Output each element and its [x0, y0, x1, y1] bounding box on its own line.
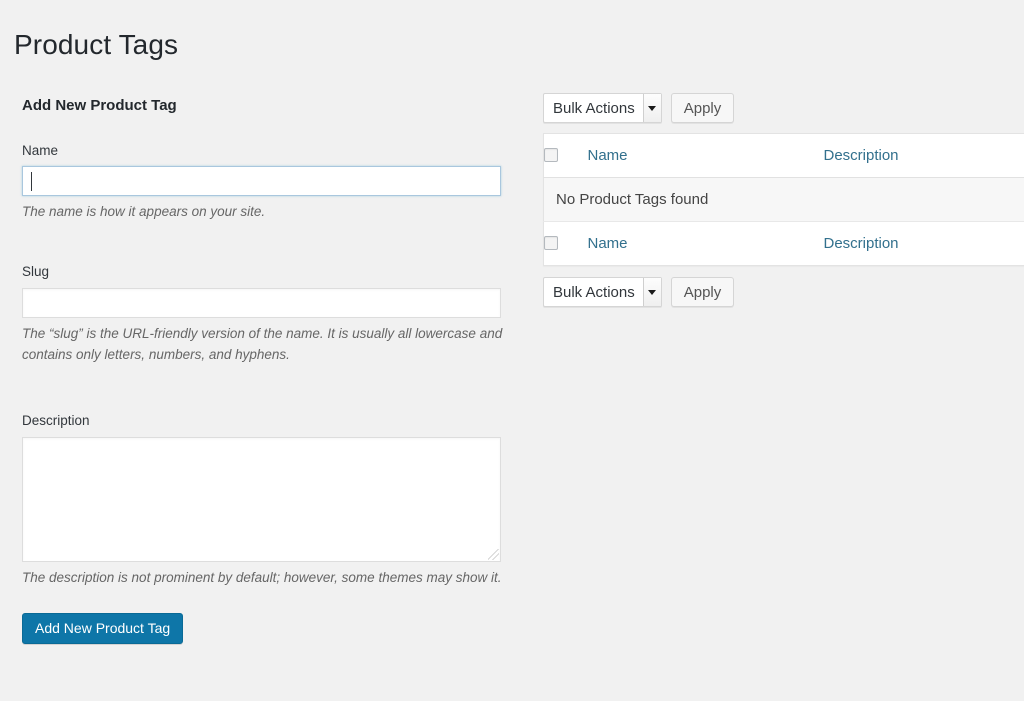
- sort-by-name-link[interactable]: Name: [588, 147, 628, 164]
- select-all-header: [543, 133, 588, 178]
- empty-state-message: No Product Tags found: [543, 177, 1024, 222]
- description-textarea-wrap: [22, 436, 501, 562]
- sort-by-name-link-footer[interactable]: Name: [588, 235, 628, 252]
- name-label: Name: [22, 142, 59, 158]
- column-footer-description: Description: [823, 221, 1024, 266]
- add-new-product-tag-form: Add New Product Tag Name The name is how…: [22, 96, 522, 644]
- field-description: Description The description is not promi…: [22, 412, 522, 589]
- slug-input[interactable]: [22, 288, 501, 319]
- bulk-actions-select-bottom[interactable]: Bulk Actions: [543, 277, 662, 307]
- page-title: Product Tags: [14, 28, 179, 60]
- slug-label: Slug: [22, 264, 50, 280]
- sort-by-description-link-footer[interactable]: Description: [824, 235, 899, 252]
- chevron-down-icon[interactable]: [642, 278, 661, 306]
- bulk-actions-selected-bottom: Bulk Actions: [553, 283, 635, 301]
- select-all-checkbox[interactable]: [544, 148, 558, 163]
- add-new-product-tag-button[interactable]: Add New Product Tag: [22, 612, 184, 644]
- column-footer-name: Name: [587, 221, 824, 266]
- name-help-text: The name is how it appears on your site.: [22, 204, 266, 220]
- table-footer-row: Name Description: [543, 221, 1024, 266]
- apply-button-top[interactable]: Apply: [670, 93, 735, 123]
- select-all-checkbox-footer[interactable]: [544, 236, 558, 251]
- field-name: Name The name is how it appears on your …: [22, 142, 522, 224]
- form-heading: Add New Product Tag: [22, 97, 177, 114]
- sort-by-description-link[interactable]: Description: [824, 147, 899, 164]
- tablenav-bottom: Bulk Actions Apply: [543, 276, 1024, 308]
- admin-page: Product Tags Add New Product Tag Name Th…: [0, 0, 1024, 701]
- product-tags-table: Name Description No Product Tags found N…: [543, 133, 1024, 266]
- empty-state-row: No Product Tags found: [543, 177, 1024, 222]
- name-input[interactable]: [22, 166, 501, 197]
- description-help-text: The description is not prominent by defa…: [22, 569, 502, 585]
- bulk-actions-select-top[interactable]: Bulk Actions: [543, 93, 662, 123]
- column-header-name: Name: [587, 133, 824, 178]
- description-textarea[interactable]: [22, 436, 501, 562]
- slug-help-text: The “slug” is the URL-friendly version o…: [22, 326, 503, 363]
- description-label: Description: [22, 413, 90, 429]
- bulk-actions-selected-top: Bulk Actions: [553, 99, 635, 117]
- tablenav-top: Bulk Actions Apply: [543, 92, 1024, 124]
- field-slug: Slug The “slug” is the URL-friendly vers…: [22, 263, 522, 366]
- apply-button-bottom[interactable]: Apply: [670, 277, 735, 307]
- select-all-footer: [543, 221, 588, 266]
- table-header-row: Name Description: [543, 133, 1024, 178]
- column-header-description: Description: [823, 133, 1024, 178]
- product-tags-list: Bulk Actions Apply Name Description No P…: [543, 92, 1024, 308]
- text-caret: [31, 172, 32, 192]
- chevron-down-icon[interactable]: [642, 94, 661, 122]
- name-input-wrap: [22, 166, 501, 197]
